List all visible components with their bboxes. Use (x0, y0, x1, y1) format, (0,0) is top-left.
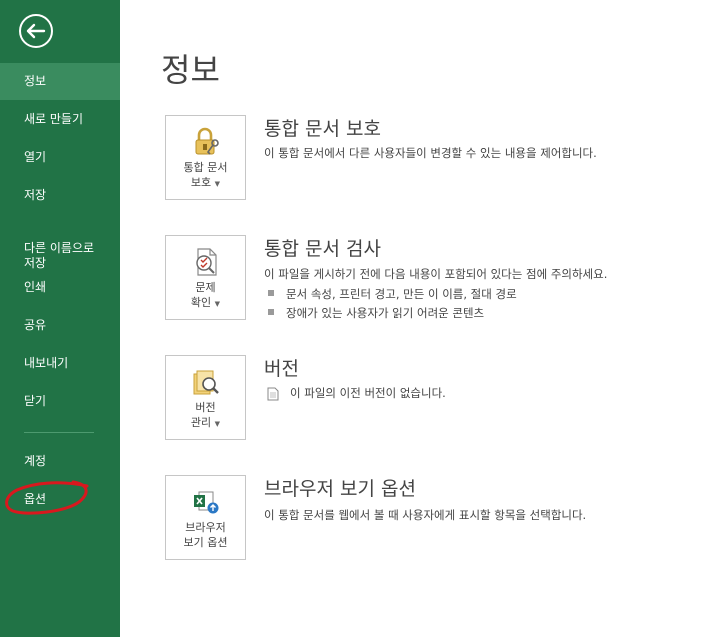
card-label-line2: 보기 옵션 (183, 536, 228, 549)
excel-browser-icon (190, 486, 222, 518)
protect-workbook-button[interactable]: 통합 문서 보호 ▼ (165, 115, 246, 200)
dropdown-caret-icon: ▼ (214, 180, 221, 188)
sidebar-item-save-as[interactable]: 다른 이름으로 저장 (0, 226, 120, 271)
sidebar-item-info[interactable]: 정보 (0, 63, 120, 100)
sidebar-item-close[interactable]: 닫기 (0, 394, 120, 409)
list-item: 문서 속성, 프린터 경고, 만든 이 이름, 절대 경로 (268, 286, 517, 302)
card-label-line2-text: 확인 (190, 296, 212, 309)
section-heading: 브라우저 보기 옵션 (264, 478, 416, 500)
section-heading: 통합 문서 검사 (264, 238, 381, 260)
sidebar-item-label: 인쇄 (24, 280, 47, 294)
inspect-document-icon (190, 246, 222, 278)
sidebar-item-label: 새로 만들기 (24, 112, 84, 126)
sidebar-item-label: 저장 (24, 188, 47, 202)
card-label-line1: 통합 문서 (183, 161, 228, 174)
sidebar-divider (24, 432, 94, 433)
sidebar-item-account[interactable]: 계정 (0, 454, 120, 469)
list-item: 장애가 있는 사용자가 읽기 어려운 콘텐츠 (268, 305, 484, 321)
sidebar-item-label: 닫기 (24, 394, 47, 408)
dropdown-caret-icon: ▼ (214, 420, 221, 428)
backstage-sidebar: 정보 새로 만들기 열기 저장 다른 이름으로 저장 인쇄 공유 내보내기 닫기… (0, 0, 120, 637)
manage-versions-button[interactable]: 버전 관리 ▼ (165, 355, 246, 440)
section-heading: 버전 (264, 358, 299, 380)
card-label-line2: 관리 ▼ (166, 415, 245, 432)
card-label-line1: 브라우저 (185, 521, 226, 534)
sidebar-item-print[interactable]: 인쇄 (0, 280, 120, 295)
card-label-line1: 버전 (195, 401, 216, 414)
highlight-annotation (3, 478, 89, 516)
sidebar-item-open[interactable]: 열기 (0, 150, 120, 165)
sidebar-item-label: 내보내기 (24, 356, 69, 370)
sidebar-item-label: 다른 이름으로 저장 (24, 241, 95, 270)
card-label-line2-text: 보호 (190, 176, 212, 189)
bullet-text: 문서 속성, 프린터 경고, 만든 이 이름, 절대 경로 (286, 287, 517, 301)
sidebar-item-label: 열기 (24, 150, 47, 164)
sidebar-item-share[interactable]: 공유 (0, 318, 120, 333)
sidebar-item-label: 계정 (24, 454, 47, 468)
back-arrow-icon[interactable] (18, 13, 53, 48)
sidebar-item-save[interactable]: 저장 (0, 188, 120, 203)
sidebar-item-new[interactable]: 새로 만들기 (0, 112, 120, 127)
page-title: 정보 (161, 51, 220, 89)
sidebar-item-label: 정보 (24, 74, 47, 88)
document-icon (266, 386, 280, 401)
section-description: 이 파일을 게시하기 전에 다음 내용이 포함되어 있다는 점에 주의하세요. (264, 267, 608, 281)
lock-key-icon (190, 126, 222, 158)
bullet-square-icon (268, 290, 274, 296)
sidebar-item-export[interactable]: 내보내기 (0, 356, 120, 371)
section-description: 이 통합 문서에서 다른 사용자들이 변경할 수 있는 내용을 제어합니다. (264, 146, 597, 160)
card-label-line2-text: 관리 (190, 416, 212, 429)
card-label-line2: 보호 ▼ (166, 175, 245, 192)
section-description: 이 파일의 이전 버전이 없습니다. (290, 386, 446, 400)
section-heading: 통합 문서 보호 (264, 118, 381, 140)
card-label-line2: 확인 ▼ (166, 295, 245, 312)
bullet-text: 장애가 있는 사용자가 읽기 어려운 콘텐츠 (286, 306, 485, 320)
card-label-line1: 문제 (195, 281, 216, 294)
bullet-square-icon (268, 309, 274, 315)
sidebar-item-label: 공유 (24, 318, 47, 332)
browser-view-options-button[interactable]: 브라우저 보기 옵션 (165, 475, 246, 560)
version-search-icon (190, 366, 222, 398)
section-description: 이 통합 문서를 웹에서 볼 때 사용자에게 표시할 항목을 선택합니다. (264, 508, 587, 522)
check-for-issues-button[interactable]: 문제 확인 ▼ (165, 235, 246, 320)
dropdown-caret-icon: ▼ (214, 300, 221, 308)
